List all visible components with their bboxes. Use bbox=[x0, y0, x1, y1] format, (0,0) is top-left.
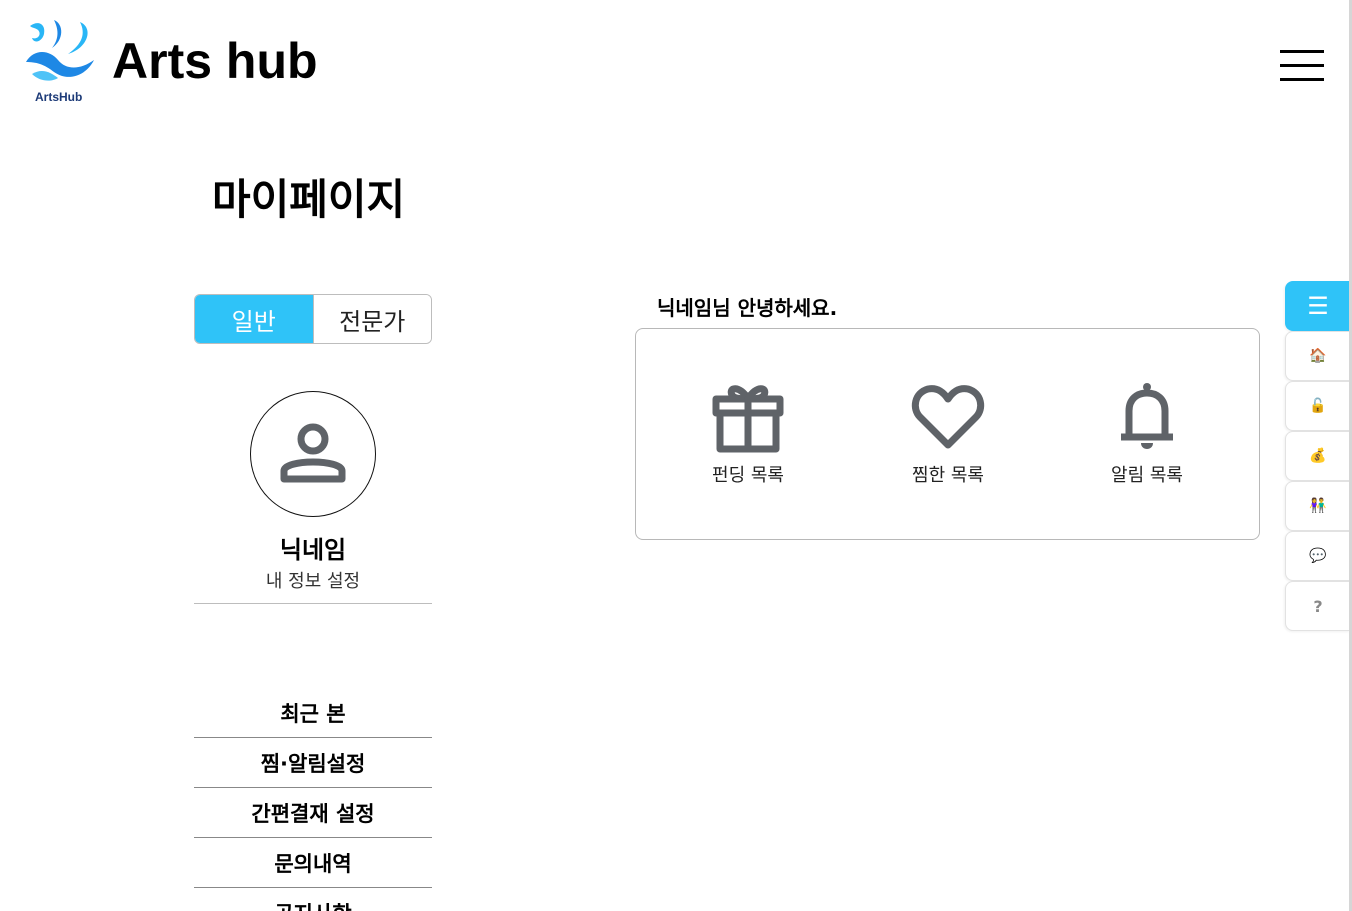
funding-list-label: 펀딩 목록 bbox=[712, 465, 784, 486]
my-page: ArtsHub Arts hub 마이페이지 일반 전문가 닉네임 내 정보 설… bbox=[0, 0, 1352, 911]
tab-general[interactable]: 일반 bbox=[195, 295, 313, 343]
money-bag-icon[interactable]: 💰 bbox=[1285, 431, 1350, 481]
menu-item-notices[interactable]: 공지사항 bbox=[194, 888, 432, 911]
avatar[interactable] bbox=[250, 391, 376, 517]
menu-item-inquiries[interactable]: 문의내역 bbox=[194, 838, 432, 888]
notification-list-label: 알림 목록 bbox=[1111, 465, 1183, 486]
notification-list-button[interactable]: 알림 목록 bbox=[1077, 381, 1217, 487]
shortcut-card: 펀딩 목록 찜한 목록 알림 목록 bbox=[635, 328, 1260, 540]
menu-item-wishlist-notify-settings[interactable]: 찜·알림설정 bbox=[194, 738, 432, 788]
question-icon[interactable]: ? bbox=[1285, 581, 1350, 631]
wishlist-label: 찜한 목록 bbox=[912, 465, 984, 486]
menu-item-easy-payment-settings[interactable]: 간편결재 설정 bbox=[194, 788, 432, 838]
hamburger-icon[interactable] bbox=[1280, 50, 1324, 82]
page-title: 마이페이지 bbox=[212, 175, 406, 224]
unlock-icon[interactable]: 🔓 bbox=[1285, 381, 1350, 431]
user-icon bbox=[280, 423, 346, 483]
logo-wave-icon bbox=[26, 20, 94, 81]
profile-nickname: 닉네임 bbox=[279, 536, 347, 564]
greeting-text: 닉네임님 안녕하세요. bbox=[657, 296, 838, 320]
home-icon[interactable]: 🏠 bbox=[1285, 331, 1350, 381]
menu-icon[interactable]: ☰ bbox=[1285, 281, 1350, 331]
question-glyph: ? bbox=[1313, 596, 1323, 616]
wishlist-button[interactable]: 찜한 목록 bbox=[878, 381, 1018, 487]
brand-title[interactable]: Arts hub bbox=[112, 32, 318, 90]
funding-list-button[interactable]: 펀딩 목록 bbox=[678, 381, 818, 487]
heart-icon bbox=[911, 385, 985, 449]
artshub-logo[interactable]: ArtsHub bbox=[24, 18, 100, 104]
logo-caption: ArtsHub bbox=[35, 90, 83, 104]
people-icon[interactable]: 👫 bbox=[1285, 481, 1350, 531]
gift-icon bbox=[712, 385, 784, 453]
bell-icon bbox=[1121, 383, 1173, 449]
my-info-settings-link[interactable]: 내 정보 설정 bbox=[194, 567, 432, 604]
side-menu: 최근 본 찜·알림설정 간편결재 설정 문의내역 공지사항 bbox=[194, 688, 432, 911]
speech-bubble-icon[interactable]: 💬 bbox=[1285, 531, 1350, 581]
menu-item-recent[interactable]: 최근 본 bbox=[194, 688, 432, 738]
profile-type-toggle: 일반 전문가 bbox=[194, 294, 432, 344]
tab-expert[interactable]: 전문가 bbox=[312, 295, 431, 343]
quick-menu: ☰ 🏠 🔓 💰 👫 💬 ? bbox=[1285, 281, 1350, 631]
